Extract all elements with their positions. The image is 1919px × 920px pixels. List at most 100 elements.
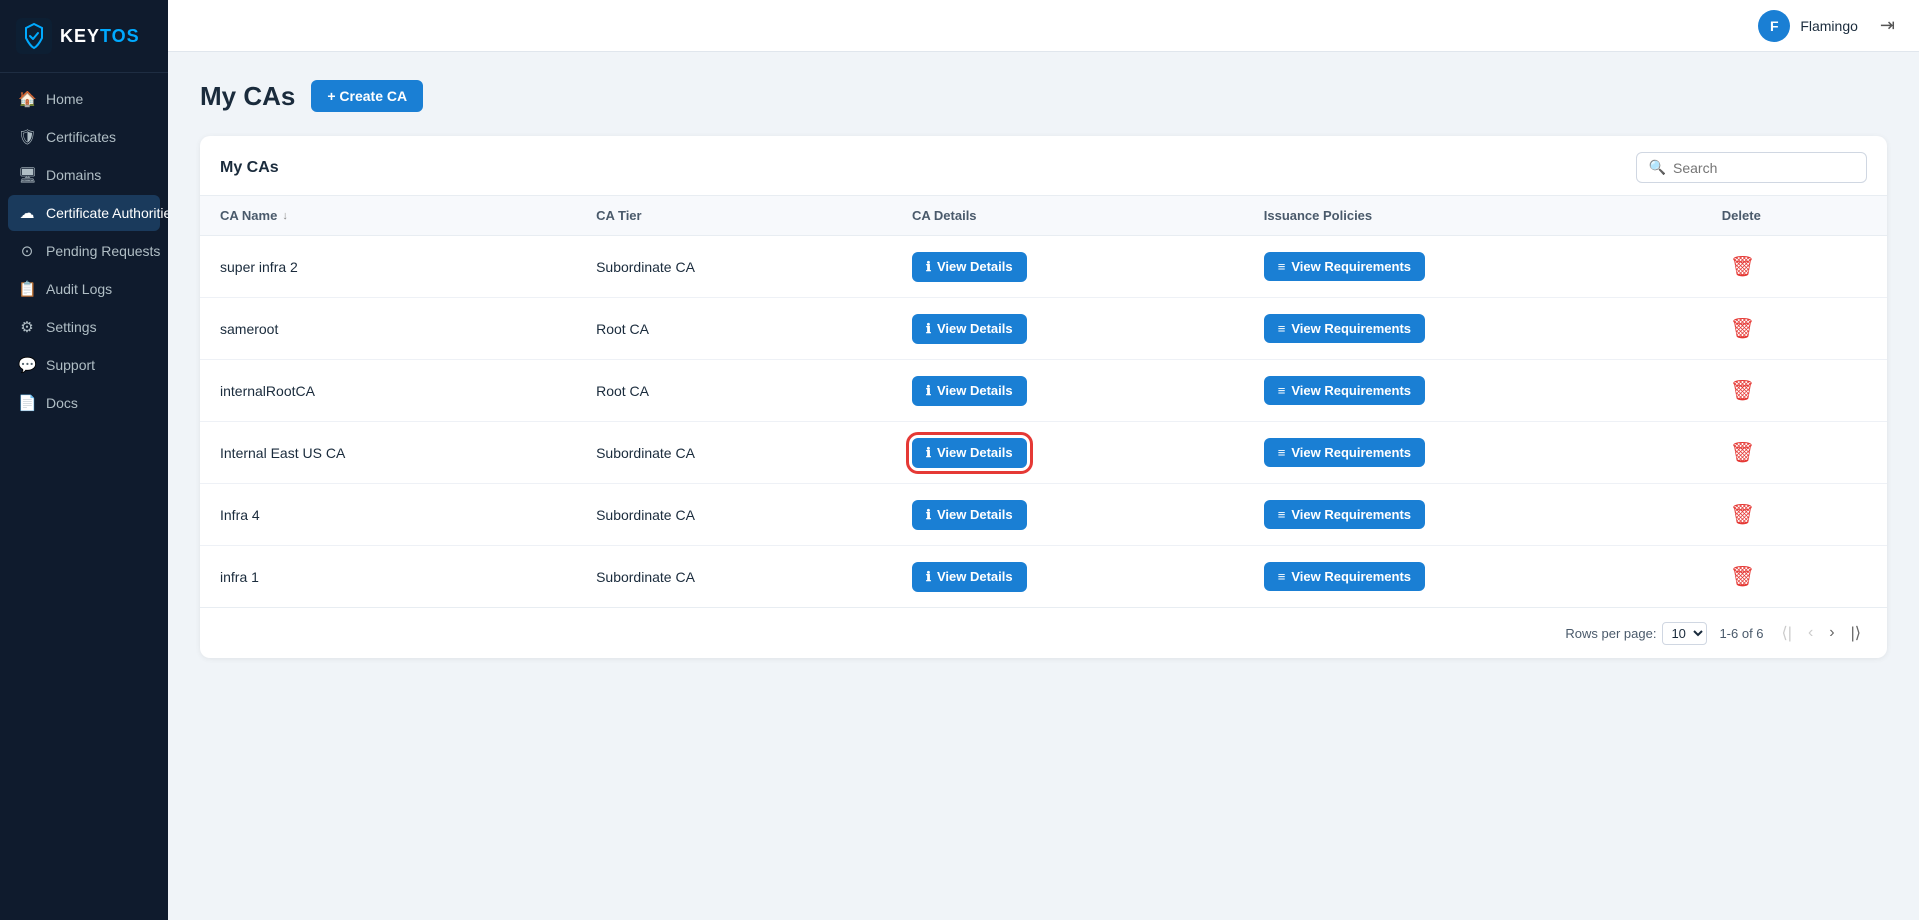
cell-ca-name: sameroot [200,298,576,360]
view-details-button[interactable]: ℹ View Details [912,438,1027,468]
cell-ca-name: Infra 4 [200,484,576,546]
view-requirements-button[interactable]: ≡ View Requirements [1264,500,1425,529]
delete-button[interactable]: 🗑 [1722,250,1763,283]
logo: KEYTOS [0,0,168,73]
cell-ca-tier: Subordinate CA [576,422,892,484]
cell-ca-details: ℹ View Details [892,422,1244,484]
sidebar-item-support[interactable]: 💬 Support [8,347,160,383]
audit-logs-icon: 📋 [18,280,36,298]
delete-button[interactable]: 🗑 [1722,498,1763,531]
view-requirements-button[interactable]: ≡ View Requirements [1264,252,1425,281]
col-delete: Delete [1702,196,1887,236]
view-details-button[interactable]: ℹ View Details [912,376,1027,406]
table-row: infra 1 Subordinate CA ℹ View Details ≡ … [200,546,1887,608]
sidebar-item-label: Home [46,91,83,107]
search-box: 🔍 [1636,152,1867,183]
requirements-icon: ≡ [1278,507,1286,522]
view-details-button[interactable]: ℹ View Details [912,314,1027,344]
sidebar-item-label: Support [46,357,95,373]
view-requirements-button[interactable]: ≡ View Requirements [1264,376,1425,405]
sidebar-item-certificate-authorities[interactable]: ☁Certificate Authorities [8,195,160,231]
pagination-range: 1-6 of 6 [1719,626,1763,641]
table-row: super infra 2 Subordinate CA ℹ View Deta… [200,236,1887,298]
requirements-icon: ≡ [1278,445,1286,460]
page-prev-button[interactable]: ‹ [1802,621,1819,645]
sidebar-item-docs[interactable]: 📄 Docs [8,385,160,421]
view-details-button[interactable]: ℹ View Details [912,252,1027,282]
sidebar-item-pending-requests[interactable]: ⊙Pending Requests [8,233,160,269]
search-icon: 🔍 [1649,159,1666,176]
info-icon: ℹ [926,445,931,461]
logout-button[interactable]: ⇥ [1880,15,1895,36]
col-ca-details: CA Details [892,196,1244,236]
delete-button[interactable]: 🗑 [1722,436,1763,469]
sidebar-item-label: Settings [46,319,97,335]
sidebar: KEYTOS 🏠 Home 🛡Certificates🖥Domains☁Certif… [0,0,168,920]
cell-issuance-policies: ≡ View Requirements [1244,236,1702,298]
main-area: F Flamingo ⇥ My CAs + Create CA My CAs 🔍 [168,0,1919,920]
table-body: super infra 2 Subordinate CA ℹ View Deta… [200,236,1887,608]
sidebar-item-label: Docs [46,395,78,411]
page-nav: ⟨| ‹ › |⟩ [1776,620,1867,646]
search-input[interactable] [1673,160,1854,176]
cell-issuance-policies: ≡ View Requirements [1244,360,1702,422]
sidebar-item-settings[interactable]: ⚙Settings [8,309,160,345]
cell-delete: 🗑 [1702,360,1887,422]
cell-ca-name: super infra 2 [200,236,576,298]
content-area: My CAs + Create CA My CAs 🔍 CA Name [168,52,1919,920]
view-details-button[interactable]: ℹ View Details [912,562,1027,592]
requirements-icon: ≡ [1278,569,1286,584]
page-last-button[interactable]: |⟩ [1845,620,1867,646]
docs-icon: 📄 [18,394,36,412]
page-next-button[interactable]: › [1823,621,1840,645]
certificate-authorities-icon: ☁ [18,204,36,222]
cell-issuance-policies: ≡ View Requirements [1244,484,1702,546]
cell-ca-tier: Root CA [576,298,892,360]
cell-ca-tier: Subordinate CA [576,236,892,298]
page-first-button[interactable]: ⟨| [1776,620,1798,646]
view-requirements-button[interactable]: ≡ View Requirements [1264,314,1425,343]
info-icon: ℹ [926,383,931,399]
table-row: internalRootCA Root CA ℹ View Details ≡ … [200,360,1887,422]
cell-ca-details: ℹ View Details [892,236,1244,298]
view-requirements-button[interactable]: ≡ View Requirements [1264,562,1425,591]
delete-button[interactable]: 🗑 [1722,312,1763,345]
sidebar-item-certificates[interactable]: 🛡Certificates [8,119,160,155]
info-icon: ℹ [926,259,931,275]
rows-per-page: Rows per page: 10 25 50 [1565,622,1707,645]
cell-delete: 🗑 [1702,422,1887,484]
home-icon: 🏠 [18,90,36,108]
rows-per-page-select[interactable]: 10 25 50 [1662,622,1707,645]
cell-delete: 🗑 [1702,546,1887,608]
logo-text: KEYTOS [60,26,140,47]
info-icon: ℹ [926,507,931,523]
col-ca-tier: CA Tier [576,196,892,236]
table-card: My CAs 🔍 CA Name ↓ CA Tie [200,136,1887,658]
cell-ca-tier: Root CA [576,360,892,422]
cell-ca-tier: Subordinate CA [576,546,892,608]
cell-delete: 🗑 [1702,484,1887,546]
view-details-button[interactable]: ℹ View Details [912,500,1027,530]
sidebar-item-audit-logs[interactable]: 📋Audit Logs [8,271,160,307]
header: F Flamingo ⇥ [168,0,1919,52]
sidebar-item-domains[interactable]: 🖥Domains [8,157,160,193]
table-row: Internal East US CA Subordinate CA ℹ Vie… [200,422,1887,484]
delete-button[interactable]: 🗑 [1722,374,1763,407]
certificates-icon: 🛡 [18,128,36,146]
support-icon: 💬 [18,356,36,374]
cell-delete: 🗑 [1702,236,1887,298]
table-row: Infra 4 Subordinate CA ℹ View Details ≡ … [200,484,1887,546]
user-name: Flamingo [1800,18,1858,34]
sidebar-item-home[interactable]: 🏠 Home [8,81,160,117]
cell-ca-details: ℹ View Details [892,546,1244,608]
delete-button[interactable]: 🗑 [1722,560,1763,593]
create-ca-button[interactable]: + Create CA [311,80,423,112]
table-head: CA Name ↓ CA Tier CA Details Issuance Po… [200,196,1887,236]
cell-ca-name: Internal East US CA [200,422,576,484]
table-card-title: My CAs [220,159,279,177]
view-requirements-button[interactable]: ≡ View Requirements [1264,438,1425,467]
cell-ca-tier: Subordinate CA [576,484,892,546]
requirements-icon: ≡ [1278,321,1286,336]
rows-per-page-label: Rows per page: [1565,626,1656,641]
cell-ca-details: ℹ View Details [892,360,1244,422]
